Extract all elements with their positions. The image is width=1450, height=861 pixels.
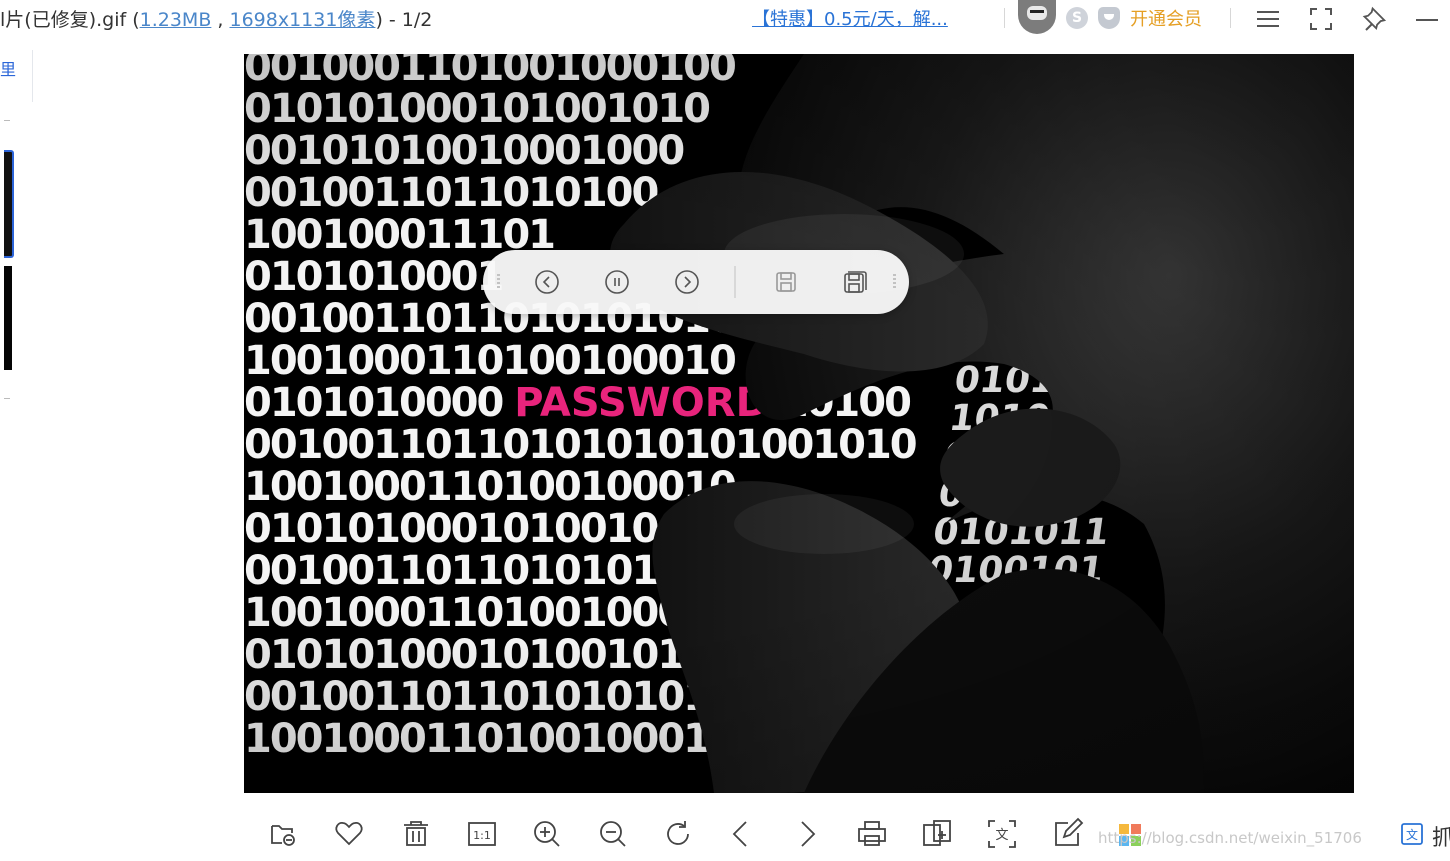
image-viewport[interactable]: 0010001101001000100 010101000101001010 001… — [244, 54, 1354, 793]
file-name: l片(已修复).gif ( — [0, 9, 140, 31]
vip-button[interactable]: 开通会员 — [1130, 5, 1202, 31]
edit-icon[interactable] — [1050, 817, 1084, 851]
previous-frame-icon[interactable] — [532, 267, 562, 297]
fullscreen-icon[interactable] — [1306, 4, 1336, 34]
pin-icon[interactable] — [1360, 4, 1390, 34]
divider — [734, 266, 736, 298]
title-bar: l片(已修复).gif (1.23MB , 1698x1131像素) - 1/2… — [0, 0, 1450, 38]
trash-icon[interactable] — [399, 817, 433, 851]
minimize-icon[interactable] — [1412, 4, 1442, 34]
cut-glyph[interactable]: 抓 — [1432, 820, 1450, 852]
zoom-in-icon[interactable] — [530, 817, 564, 851]
save-frame-icon[interactable] — [771, 267, 801, 297]
page-counter: ) - 1/2 — [375, 9, 433, 31]
window-title: l片(已修复).gif (1.23MB , 1698x1131像素) - 1/2 — [0, 5, 432, 32]
dimensions-link[interactable]: 1698x1131像素 — [229, 9, 375, 31]
divider — [4, 398, 10, 399]
print-icon[interactable] — [855, 817, 889, 851]
thumbnail-sidebar: 里 — [0, 40, 34, 861]
sidebar-glyph[interactable]: 里 — [0, 56, 16, 80]
next-arrow-icon[interactable] — [790, 817, 824, 851]
open-folder-icon[interactable] — [267, 817, 301, 851]
vip-shield-icon[interactable] — [1098, 7, 1120, 29]
convert-icon[interactable] — [920, 817, 954, 851]
thumbnail-selected[interactable] — [4, 150, 14, 258]
file-size-link[interactable]: 1.23MB — [140, 9, 212, 31]
drag-handle[interactable] — [893, 274, 896, 290]
ocr-icon[interactable]: 文 — [985, 817, 1019, 851]
watermark: https://blog.csdn.net/weixin_51706 — [1098, 829, 1362, 847]
save-all-frames-icon[interactable] — [840, 267, 870, 297]
svg-text:1:1: 1:1 — [473, 829, 491, 842]
menu-icon[interactable] — [1253, 4, 1283, 34]
drag-handle[interactable] — [497, 274, 500, 290]
divider — [4, 120, 10, 121]
promo-link[interactable]: 【特惠】0.5元/天，解... — [752, 5, 948, 31]
divider — [32, 50, 33, 102]
title-separator: , — [211, 9, 230, 31]
next-frame-icon[interactable] — [672, 267, 702, 297]
pause-icon[interactable] — [602, 267, 632, 297]
heart-icon[interactable] — [332, 817, 366, 851]
playback-control-bar — [483, 250, 909, 314]
rotate-icon[interactable] — [661, 817, 695, 851]
translate-icon[interactable]: 文 — [1400, 822, 1426, 848]
divider — [1004, 8, 1005, 28]
divider — [1230, 8, 1231, 28]
svg-text:文: 文 — [1406, 827, 1418, 842]
hand-image — [610, 54, 1354, 793]
zoom-out-icon[interactable] — [596, 817, 630, 851]
coin-icon[interactable]: S — [1066, 7, 1088, 29]
svg-text:文: 文 — [995, 828, 1008, 843]
actual-size-icon[interactable]: 1:1 — [465, 817, 499, 851]
avatar[interactable] — [1018, 0, 1056, 34]
prev-arrow-icon[interactable] — [724, 817, 758, 851]
thumbnail[interactable] — [4, 266, 12, 370]
